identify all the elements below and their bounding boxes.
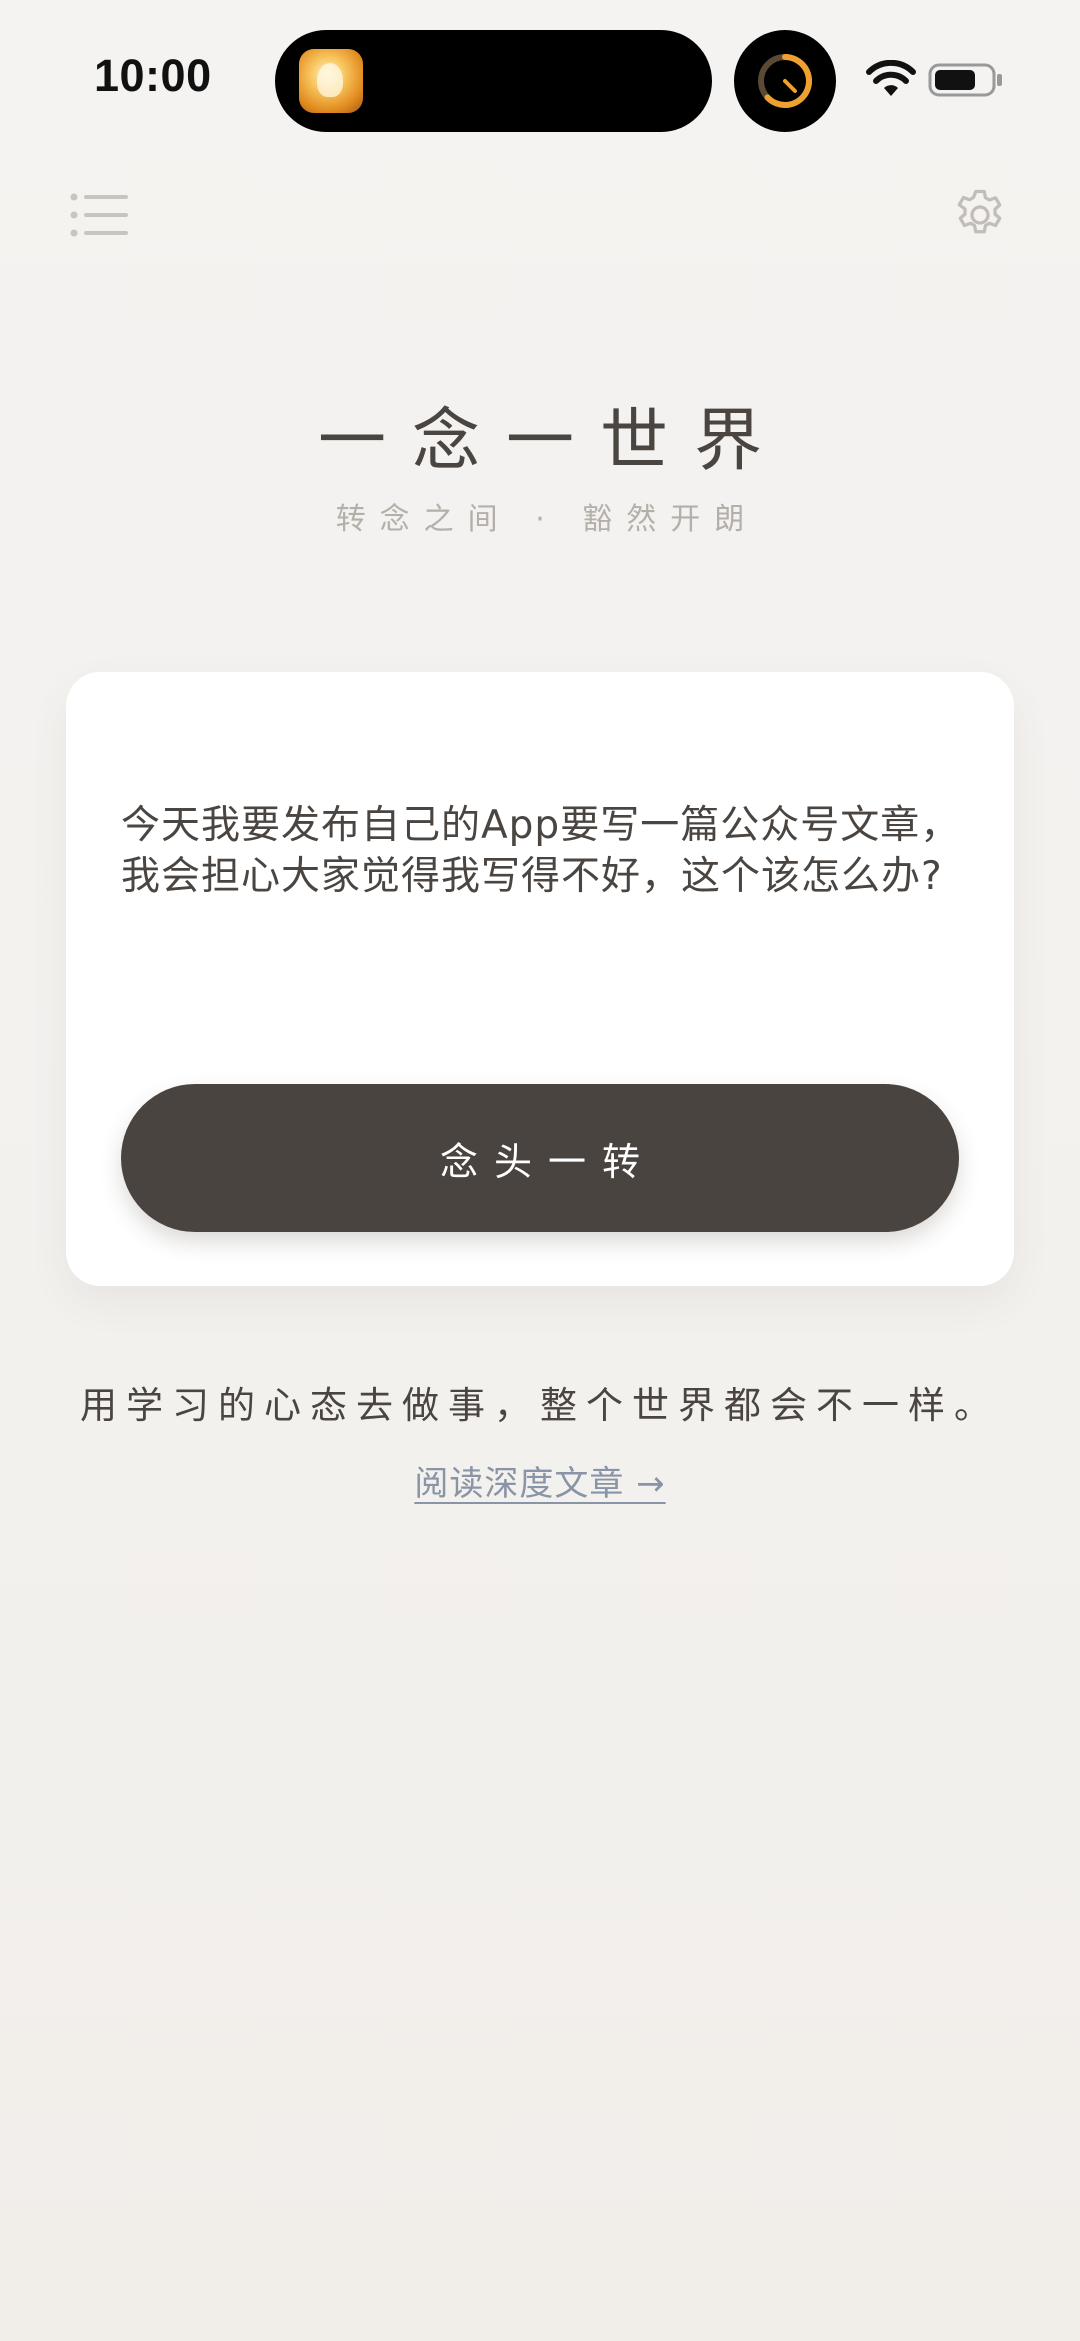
timer-live-activity[interactable] xyxy=(734,30,836,132)
turn-thought-button[interactable]: 念头一转 xyxy=(121,1084,959,1232)
gear-icon xyxy=(957,189,1002,234)
thought-card: 今天我要发布自己的App要写一篇公众号文章，我会担心大家觉得我写得不好，这个该怎… xyxy=(66,672,1014,1286)
menu-button[interactable] xyxy=(64,180,134,250)
settings-button[interactable] xyxy=(945,180,1015,250)
wifi-icon xyxy=(866,60,916,96)
read-article-link[interactable]: 阅读深度文章 → xyxy=(0,1456,1080,1505)
page-subtitle: 转念之间 · 豁然开朗 xyxy=(335,502,759,537)
thought-text[interactable]: 今天我要发布自己的App要写一篇公众号文章，我会担心大家觉得我写得不好，这个该怎… xyxy=(121,800,961,902)
dynamic-island[interactable] xyxy=(275,30,712,132)
list-icon xyxy=(70,193,128,237)
status-time: 10:00 xyxy=(94,50,212,101)
timer-ring-icon xyxy=(758,54,812,108)
page-title: 一念一世界 xyxy=(317,402,788,481)
quote-text: 用学习的心态去做事，整个世界都会不一样。 xyxy=(80,1384,1000,1427)
battery-icon xyxy=(928,63,1002,97)
read-article-link-label[interactable]: 阅读深度文章 → xyxy=(414,1464,665,1504)
live-activity-app-icon xyxy=(299,49,363,113)
